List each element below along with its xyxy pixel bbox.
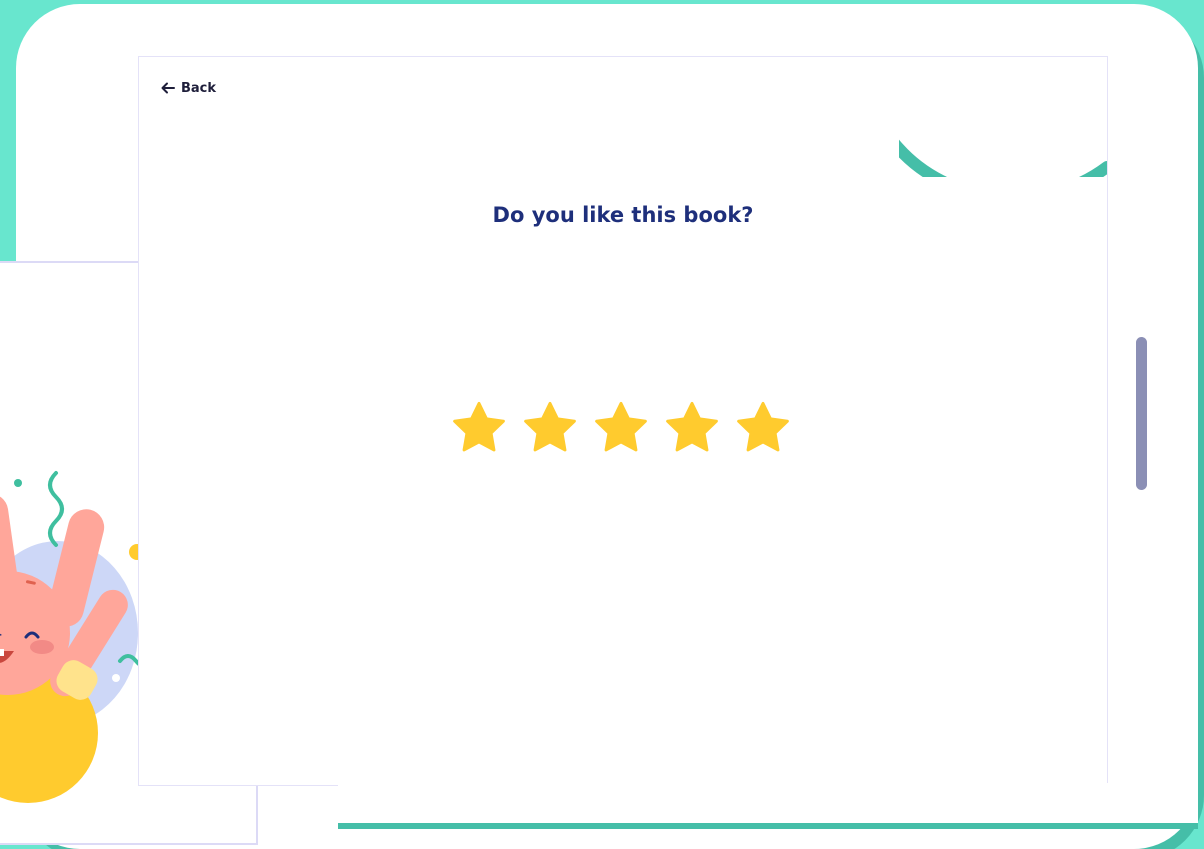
question-heading: Do you like this book? bbox=[492, 203, 754, 227]
teal-arc-decoration bbox=[899, 139, 1107, 177]
arrow-left-icon bbox=[161, 79, 175, 98]
back-button[interactable]: Back bbox=[161, 79, 216, 98]
star-icon[interactable] bbox=[734, 399, 792, 457]
back-label: Back bbox=[181, 81, 217, 96]
star-icon[interactable] bbox=[521, 399, 579, 457]
star-icon[interactable] bbox=[592, 399, 650, 457]
rating-screen: Back Do you like this book? bbox=[138, 56, 1108, 786]
bottom-accent-line bbox=[338, 823, 1198, 829]
scrollbar-thumb[interactable] bbox=[1136, 337, 1147, 490]
star-rating[interactable] bbox=[450, 399, 792, 457]
star-icon[interactable] bbox=[663, 399, 721, 457]
star-icon[interactable] bbox=[450, 399, 508, 457]
